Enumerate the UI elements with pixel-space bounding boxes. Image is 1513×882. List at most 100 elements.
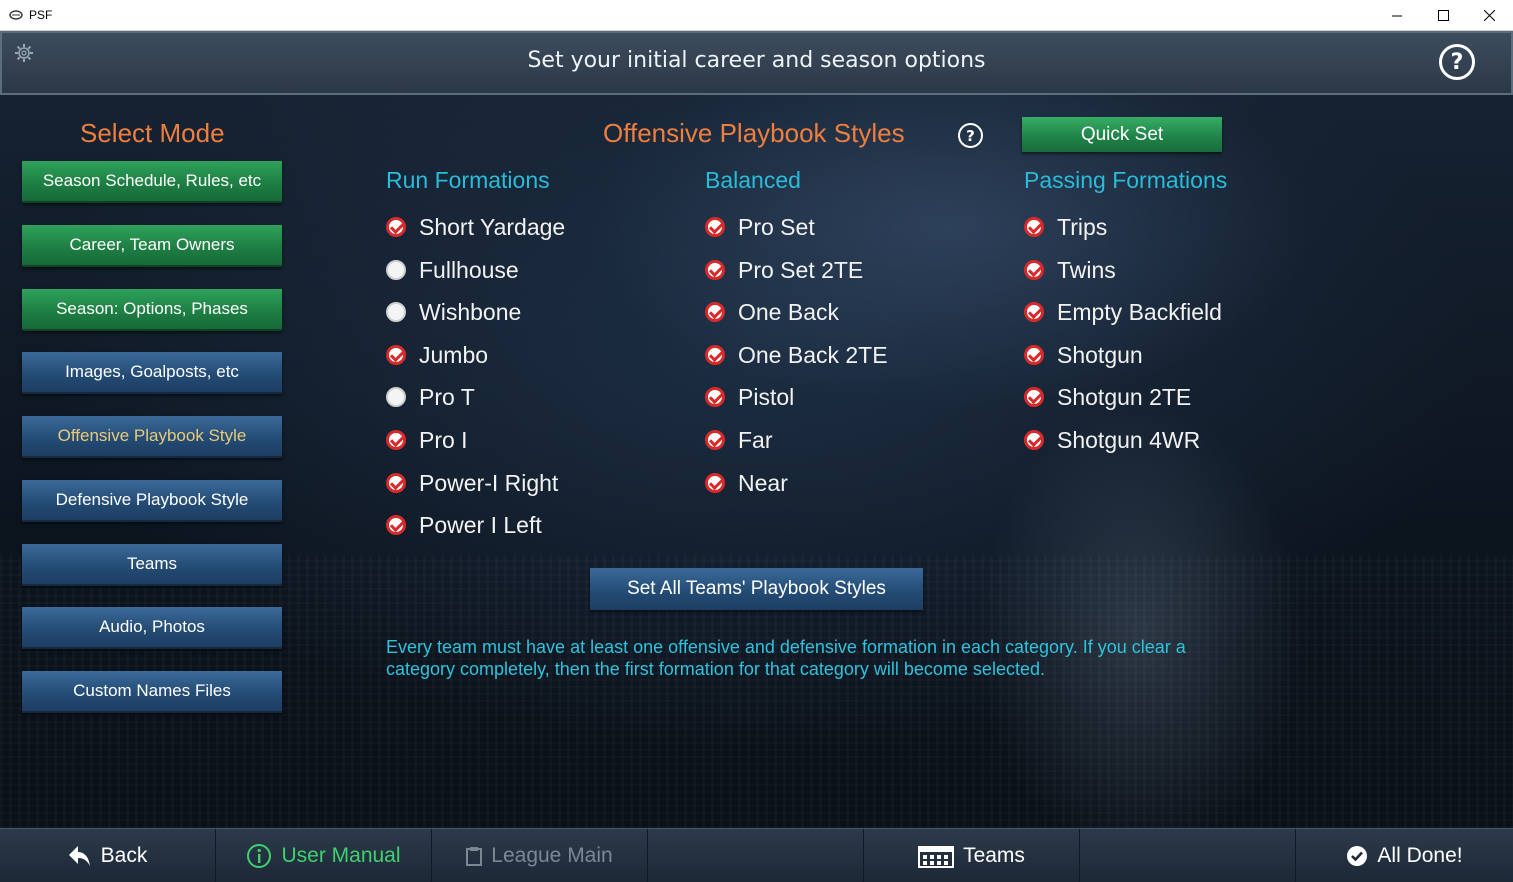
formation-label: Pro I [419, 426, 468, 453]
maximize-button[interactable] [1420, 0, 1466, 31]
checked-radio-icon[interactable] [386, 515, 406, 535]
formation-option[interactable]: Pro T [386, 382, 475, 412]
formation-option[interactable]: Pistol [705, 382, 794, 412]
formation-label: Shotgun 4WR [1057, 426, 1201, 453]
formation-option[interactable]: Wishbone [386, 297, 521, 327]
formation-option[interactable]: One Back [705, 297, 839, 327]
nav-label: Teams [126, 554, 178, 573]
footer-bar: Back User Manual League Main Teams All D… [0, 828, 1513, 882]
formation-label: Jumbo [419, 341, 489, 368]
formation-option[interactable]: Jumbo [386, 340, 488, 370]
checked-radio-icon[interactable] [386, 217, 406, 237]
nav-custom-names-files[interactable]: Custom Names Files [22, 671, 282, 713]
formation-label: Short Yardage [419, 213, 566, 240]
page-title: Set your initial career and season optio… [527, 48, 986, 73]
checked-radio-icon[interactable] [386, 430, 406, 450]
formation-option[interactable]: Twins [1024, 255, 1116, 285]
nav-label: Defensive Playbook Style [55, 490, 249, 509]
checked-radio-icon[interactable] [1024, 387, 1044, 407]
formation-option[interactable]: Shotgun 4WR [1024, 425, 1200, 455]
back-button[interactable]: Back [0, 829, 216, 882]
info-text: Every team must have at least one offens… [386, 637, 1186, 679]
formation-option[interactable]: Pro Set [705, 212, 815, 242]
unchecked-radio-icon[interactable] [386, 302, 406, 322]
nav-teams[interactable]: Teams [22, 544, 282, 586]
checked-radio-icon[interactable] [705, 430, 725, 450]
set-all-label: Set All Teams' Playbook Styles [627, 578, 886, 599]
formation-label: Power-I Right [419, 469, 559, 496]
nav-label: Images, Goalposts, etc [65, 362, 239, 381]
checked-radio-icon[interactable] [1024, 430, 1044, 450]
formation-option[interactable]: Trips [1024, 212, 1107, 242]
back-label: Back [100, 844, 148, 867]
window-titlebar: PSF [0, 0, 1513, 31]
league-main-label: League Main [491, 844, 613, 867]
nav-images-goalposts[interactable]: Images, Goalposts, etc [22, 352, 282, 394]
checked-radio-icon[interactable] [705, 260, 725, 280]
formation-option[interactable]: Power I Left [386, 510, 542, 540]
nav-season-schedule[interactable]: Season Schedule, Rules, etc [22, 161, 282, 203]
formation-label: Near [738, 469, 788, 496]
formation-option[interactable]: Fullhouse [386, 255, 519, 285]
content-help-button[interactable]: ? [958, 123, 983, 148]
all-done-button[interactable]: All Done! [1296, 829, 1513, 882]
formation-option[interactable]: Far [705, 425, 773, 455]
formation-option[interactable]: Power-I Right [386, 468, 558, 498]
checked-radio-icon[interactable] [705, 302, 725, 322]
page-header: Set your initial career and season optio… [0, 31, 1513, 95]
minimize-button[interactable] [1374, 0, 1420, 31]
passing-formations-title: Passing Formations [1024, 167, 1228, 193]
nav-label: Career, Team Owners [69, 235, 235, 254]
main-panel [0, 95, 1513, 828]
nav-label: Season: Options, Phases [56, 299, 248, 318]
nav-season-options[interactable]: Season: Options, Phases [22, 289, 282, 331]
league-main-button[interactable]: League Main [432, 829, 648, 882]
formation-option[interactable]: Near [705, 468, 788, 498]
checked-radio-icon[interactable] [705, 217, 725, 237]
formation-option[interactable]: One Back 2TE [705, 340, 888, 370]
formation-option[interactable]: Shotgun [1024, 340, 1143, 370]
unchecked-radio-icon[interactable] [386, 387, 406, 407]
checked-radio-icon[interactable] [1024, 302, 1044, 322]
formation-label: Pro Set [738, 213, 815, 240]
close-button[interactable] [1466, 0, 1512, 31]
formation-option[interactable]: Shotgun 2TE [1024, 382, 1191, 412]
checked-radio-icon[interactable] [1024, 260, 1044, 280]
quick-set-button[interactable]: Quick Set [1022, 117, 1222, 152]
clipboard-icon [466, 846, 483, 866]
nav-label: Offensive Playbook Style [57, 426, 247, 445]
set-all-teams-button[interactable]: Set All Teams' Playbook Styles [590, 568, 923, 610]
content-title: Offensive Playbook Styles [603, 118, 905, 148]
formation-option[interactable]: Pro I [386, 425, 468, 455]
user-manual-button[interactable]: User Manual [216, 829, 432, 882]
help-icon: ? [1450, 49, 1464, 75]
formation-option[interactable]: Pro Set 2TE [705, 255, 863, 285]
checked-radio-icon[interactable] [705, 345, 725, 365]
app-name: PSF [29, 8, 53, 22]
formation-label: Fullhouse [419, 256, 519, 283]
formation-label: Shotgun [1057, 341, 1143, 368]
unchecked-radio-icon[interactable] [386, 260, 406, 280]
formation-label: Trips [1057, 213, 1108, 240]
checked-radio-icon[interactable] [1024, 217, 1044, 237]
formation-option[interactable]: Empty Backfield [1024, 297, 1222, 327]
nav-audio-photos[interactable]: Audio, Photos [22, 607, 282, 649]
checked-radio-icon[interactable] [705, 473, 725, 493]
formation-option[interactable]: Short Yardage [386, 212, 565, 242]
nav-career-team-owners[interactable]: Career, Team Owners [22, 225, 282, 267]
help-button[interactable]: ? [1439, 44, 1475, 80]
help-icon: ? [966, 126, 975, 145]
back-arrow-icon [68, 845, 92, 867]
nav-offensive-playbook-style[interactable]: Offensive Playbook Style [22, 416, 282, 458]
formation-label: Pro T [419, 383, 475, 410]
teams-footer-button[interactable]: Teams [864, 829, 1080, 882]
checked-radio-icon[interactable] [1024, 345, 1044, 365]
maximize-icon [1437, 10, 1449, 21]
checked-radio-icon[interactable] [386, 345, 406, 365]
checked-radio-icon[interactable] [386, 473, 406, 493]
formation-label: Shotgun 2TE [1057, 383, 1192, 410]
formation-label: Far [738, 426, 773, 453]
select-mode-title: Select Mode [80, 118, 225, 148]
checked-radio-icon[interactable] [705, 387, 725, 407]
nav-defensive-playbook-style[interactable]: Defensive Playbook Style [22, 480, 282, 522]
